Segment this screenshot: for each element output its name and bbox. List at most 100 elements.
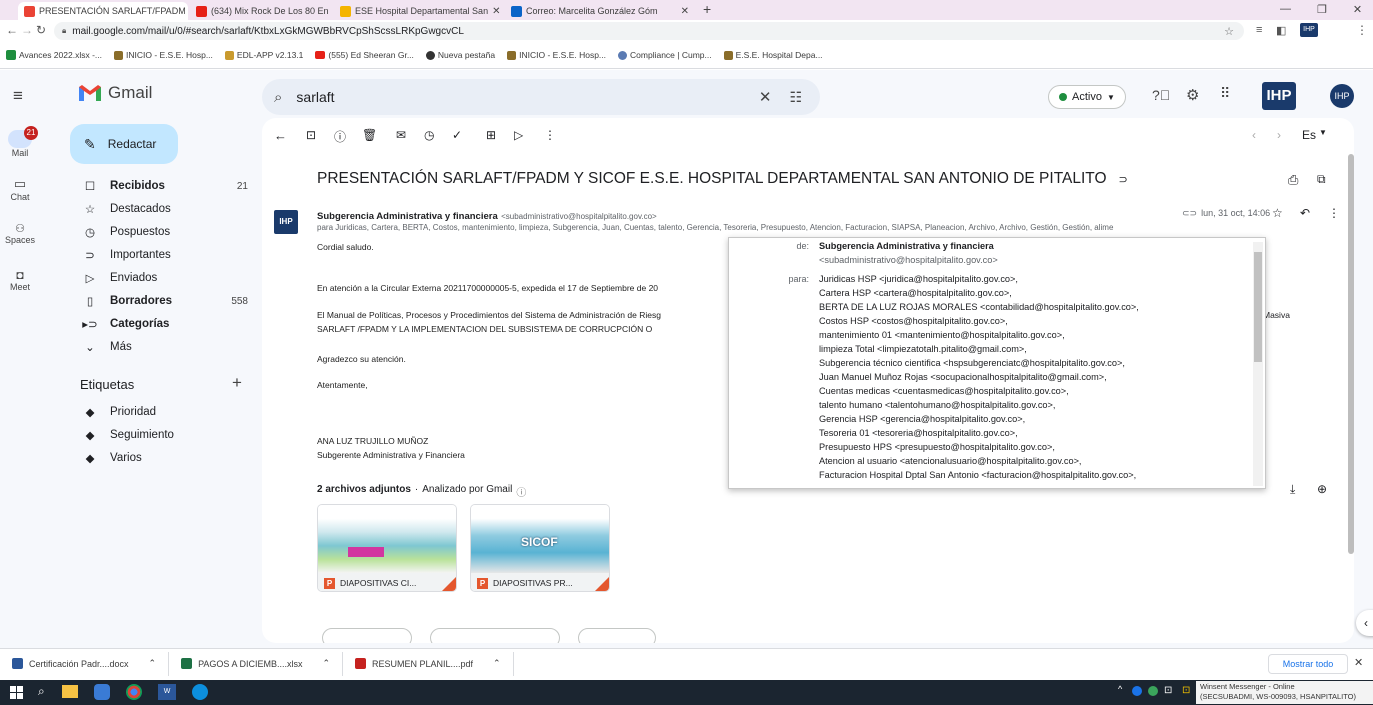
label-prioridad[interactable]: ◆ Prioridad <box>80 401 248 423</box>
browser-menu-icon[interactable]: ⋮ <box>1356 23 1368 37</box>
popup-scroll-thumb[interactable] <box>1254 252 1262 362</box>
close-downloads-icon[interactable]: ✕ <box>1354 656 1363 669</box>
skype-icon[interactable] <box>94 684 110 700</box>
open-new-window-icon[interactable]: ⧉ <box>1317 172 1326 187</box>
rail-meet[interactable]: ◘ Meet <box>0 268 40 292</box>
nav-enviados[interactable]: ▷ Enviados <box>80 267 248 289</box>
move-to-icon[interactable]: ⊞ <box>486 128 496 142</box>
print-icon[interactable]: ⎙ <box>1288 172 1298 188</box>
popup-scrollbar[interactable] <box>1253 242 1263 486</box>
save-to-drive-icon[interactable]: ⊕ <box>1317 482 1327 496</box>
prev-email-icon[interactable]: ‹ <box>1252 128 1256 142</box>
bookmark-youtube[interactable]: (555) Ed Sheeran Gr... <box>315 50 414 60</box>
close-window-icon[interactable]: ✕ <box>1353 3 1362 16</box>
search-icon[interactable]: ⌕ <box>274 89 282 106</box>
close-tab-icon[interactable]: ✕ <box>681 6 689 17</box>
label-seguimiento[interactable]: ◆ Seguimiento <box>80 424 248 446</box>
url-field[interactable]: 🔒︎ mail.google.com/mail/u/0/#search/sarl… <box>54 22 1244 40</box>
download-all-icon[interactable]: ⤓ <box>1290 482 1295 497</box>
clear-search-icon[interactable]: ✕ <box>759 88 772 106</box>
profile-avatar-icon[interactable]: IHP <box>1300 23 1318 37</box>
search-input[interactable]: sarlaft <box>296 89 334 105</box>
main-menu-icon[interactable]: ≡ <box>13 86 23 106</box>
report-spam-icon[interactable]: ⓘ <box>334 128 346 145</box>
label-as-icon[interactable]: ▷ <box>514 128 523 142</box>
attachment-card-1[interactable]: P DIAPOSITIVAS CI... <box>317 504 457 592</box>
tray-warning-icon[interactable]: ⊡ <box>1182 685 1190 696</box>
tab-presentacion[interactable]: PRESENTACIÓN SARLAFT/FPADM ✕ <box>18 2 188 20</box>
search-options-icon[interactable]: ☷ <box>789 89 802 106</box>
star-email-icon[interactable]: ☆ <box>1272 206 1283 220</box>
rail-mail[interactable]: 21 Mail <box>0 126 40 158</box>
chevron-up-icon[interactable]: ⌃ <box>493 658 501 669</box>
chevron-up-icon[interactable]: ⌃ <box>322 658 330 669</box>
windows-start-icon[interactable] <box>10 686 23 699</box>
gmail-logo[interactable]: Gmail <box>78 83 152 103</box>
bookmark-hospital-depa[interactable]: E.S.E. Hospital Depa... <box>723 50 823 60</box>
reload-icon[interactable]: ↻ <box>36 23 46 37</box>
apps-grid-icon[interactable]: ⠿ <box>1220 85 1230 102</box>
download-item-pdf[interactable]: RESUMEN PLANIL....pdf ⌃ <box>343 651 514 676</box>
help-icon[interactable]: ?⃝ <box>1152 87 1170 103</box>
reply-button[interactable] <box>322 628 412 643</box>
edge-icon[interactable] <box>192 684 208 700</box>
back-icon[interactable]: ← <box>6 23 18 37</box>
nav-pospuestos[interactable]: ◷ Pospuestos <box>80 221 248 243</box>
rail-chat[interactable]: ▭ Chat <box>0 176 40 202</box>
add-task-icon[interactable]: ✓ <box>452 128 462 142</box>
label-varios[interactable]: ◆ Varios <box>80 447 248 469</box>
search-bar[interactable]: ⌕ sarlaft ✕ ☷ <box>262 79 820 115</box>
snooze-icon[interactable]: ◷ <box>424 128 434 142</box>
archive-icon[interactable]: ⊡ <box>306 128 316 142</box>
nav-mas[interactable]: ⌄ Más <box>80 336 248 358</box>
info-icon[interactable]: ⓘ <box>516 484 526 499</box>
show-all-downloads-button[interactable]: Mostrar todo <box>1268 654 1348 674</box>
rail-spaces[interactable]: ⚇ Spaces <box>0 222 40 245</box>
recipients-summary[interactable]: para Juridicas, Cartera, BERTA, Costos, … <box>317 223 1257 232</box>
forward-button[interactable] <box>578 628 656 643</box>
bookmark-inicio-2[interactable]: INICIO - E.S.E. Hosp... <box>507 50 606 60</box>
input-tools-button[interactable]: Es ▼ <box>1302 128 1327 142</box>
forward-icon[interactable]: → <box>21 23 33 37</box>
nav-borradores[interactable]: ▯ Borradores 558 <box>80 290 248 312</box>
nav-destacados[interactable]: ☆ Destacados <box>80 198 248 220</box>
new-tab-button[interactable]: + <box>703 1 711 17</box>
message-more-icon[interactable]: ⋮ <box>1328 206 1340 220</box>
reply-all-button[interactable] <box>430 628 560 643</box>
account-avatar[interactable]: IHP <box>1330 84 1354 108</box>
tab-correo[interactable]: Correo: Marcelita González Góm ✕ <box>505 2 695 20</box>
tab-youtube[interactable]: (634) Mix Rock De Los 80 En ✕ <box>190 2 330 20</box>
more-options-icon[interactable]: ⋮ <box>544 128 556 142</box>
panel-scrollbar[interactable] <box>1348 154 1354 554</box>
download-item-docx[interactable]: Certificación Padr....docx ⌃ <box>0 651 170 676</box>
extensions-icon[interactable]: ≡ <box>1256 24 1262 36</box>
next-email-icon[interactable]: › <box>1277 128 1281 142</box>
add-label-icon[interactable]: + <box>232 373 242 393</box>
sidepanel-icon[interactable]: ◧ <box>1276 24 1286 37</box>
reply-icon[interactable]: ↶ <box>1300 206 1310 220</box>
bookmark-avances[interactable]: Avances 2022.xlsx -... <box>6 50 102 60</box>
tray-chevron-up-icon[interactable]: ^ <box>1118 684 1122 694</box>
settings-gear-icon[interactable]: ⚙ <box>1186 86 1199 104</box>
status-button[interactable]: Activo ▼ <box>1048 85 1126 109</box>
tray-messenger-icon[interactable] <box>1148 686 1158 696</box>
nav-recibidos[interactable]: ☐ Recibidos 21 <box>80 175 248 197</box>
star-icon[interactable]: ☆ <box>1224 25 1234 38</box>
download-item-xlsx[interactable]: PAGOS A DICIEMB....xlsx ⌃ <box>169 651 343 676</box>
mark-unread-icon[interactable]: ✉ <box>396 128 406 142</box>
bookmark-compliance[interactable]: Compliance | Cump... <box>618 50 712 60</box>
word-taskbar-icon[interactable]: W <box>158 684 176 700</box>
nav-importantes[interactable]: ⊃ Importantes <box>80 244 248 266</box>
side-panel-toggle-icon[interactable]: ‹ <box>1356 610 1373 636</box>
chrome-taskbar-icon[interactable] <box>126 684 142 700</box>
sender-name[interactable]: Subgerencia Administrativa y financiera <box>317 211 498 222</box>
restore-icon[interactable]: ❐ <box>1317 3 1327 16</box>
attachment-card-2[interactable]: SICOF P DIAPOSITIVAS PR... <box>470 504 610 592</box>
important-marker-icon[interactable]: ⊃ <box>1119 173 1128 186</box>
chevron-up-icon[interactable]: ⌃ <box>149 658 157 669</box>
bookmark-nueva-pestana[interactable]: Nueva pestaña <box>425 50 495 60</box>
network-icon[interactable]: ⊡ <box>1164 685 1172 696</box>
tray-app-icon[interactable] <box>1132 686 1142 696</box>
nav-categorias[interactable]: ▸⊃ Categorías <box>80 313 248 335</box>
file-explorer-icon[interactable] <box>62 685 78 698</box>
